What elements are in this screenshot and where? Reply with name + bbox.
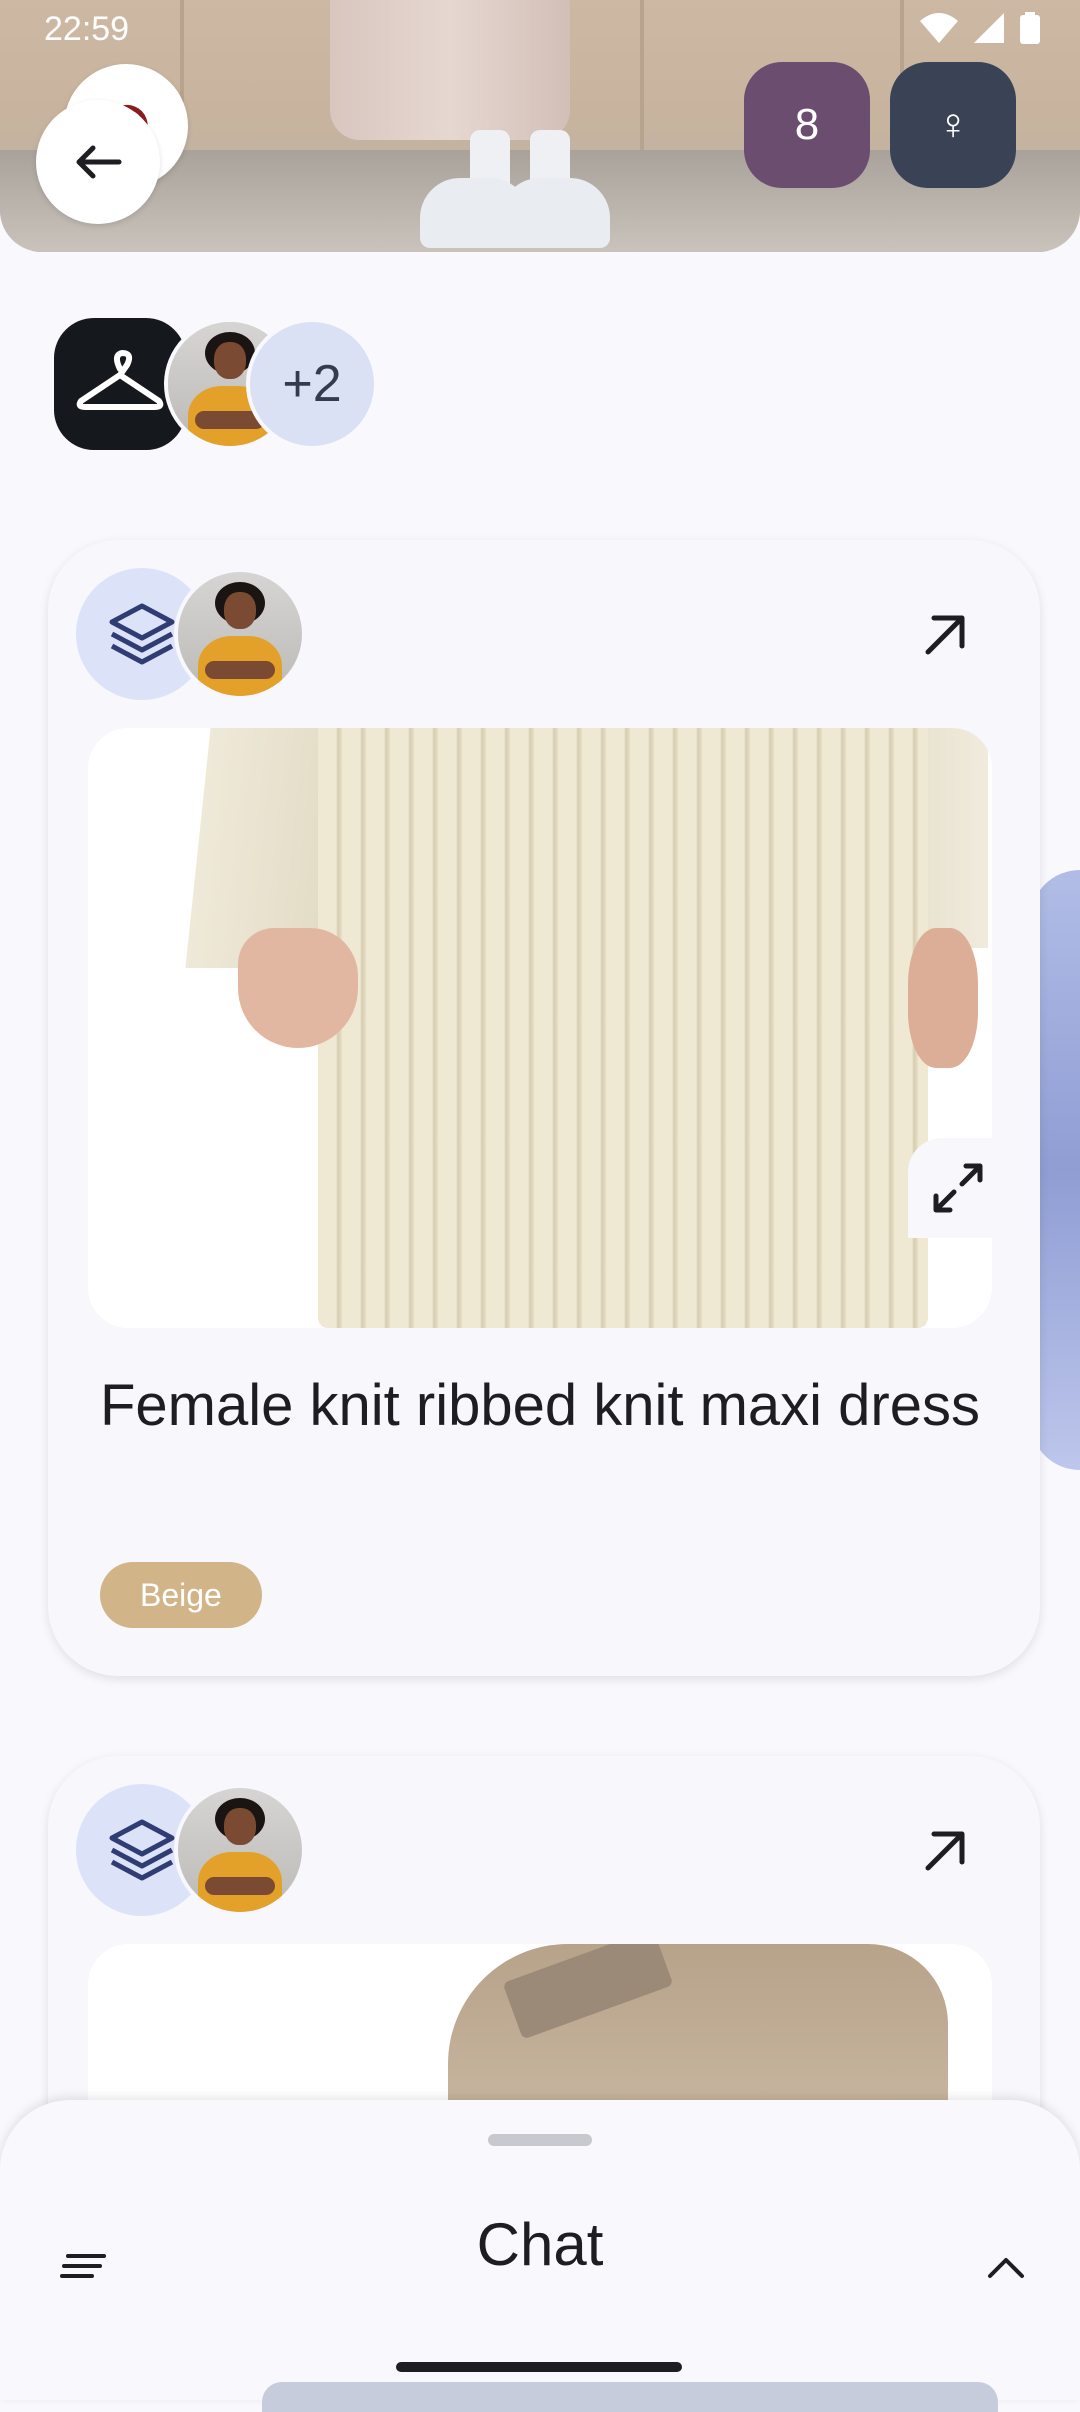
product-title: Female knit ribbed knit maxi dress — [100, 1373, 980, 1438]
open-arrow-icon[interactable] — [920, 1826, 970, 1876]
owner-avatar — [174, 568, 306, 700]
open-arrow-icon[interactable] — [920, 610, 970, 660]
peek-bar — [262, 2382, 998, 2412]
count-badge-value: 8 — [794, 100, 820, 149]
color-chip: Beige — [100, 1562, 262, 1628]
extra-participants-count: +2 — [246, 318, 378, 450]
hanger-icon — [76, 350, 164, 410]
chevron-up-icon[interactable] — [984, 2248, 1028, 2284]
outfit-card[interactable]: Female knit ribbed knit maxi dress Beige — [48, 540, 1040, 1676]
chat-title: Chat — [476, 2211, 604, 2278]
home-indicator[interactable] — [396, 2362, 682, 2372]
back-button[interactable] — [36, 100, 160, 224]
status-bar: 22:59 — [0, 0, 1080, 60]
layers-icon — [109, 603, 175, 665]
gender-filter-button[interactable]: ♀ — [890, 62, 1016, 188]
owner-avatar — [174, 1784, 306, 1916]
chat-sheet[interactable]: Chat — [0, 2100, 1080, 2400]
product-image[interactable] — [88, 728, 992, 1328]
count-badge[interactable]: 8 — [744, 62, 870, 188]
expand-icon — [933, 1163, 983, 1213]
wifi-icon — [920, 13, 958, 43]
female-icon: ♀ — [936, 100, 970, 149]
signal-icon — [974, 13, 1004, 43]
battery-icon — [1020, 12, 1040, 44]
layers-icon — [109, 1819, 175, 1881]
status-time: 22:59 — [44, 10, 130, 48]
participants-group[interactable]: +2 — [54, 318, 394, 450]
expand-button[interactable] — [908, 1138, 1008, 1238]
arrow-left-icon — [76, 145, 122, 179]
drag-handle[interactable] — [488, 2134, 592, 2146]
